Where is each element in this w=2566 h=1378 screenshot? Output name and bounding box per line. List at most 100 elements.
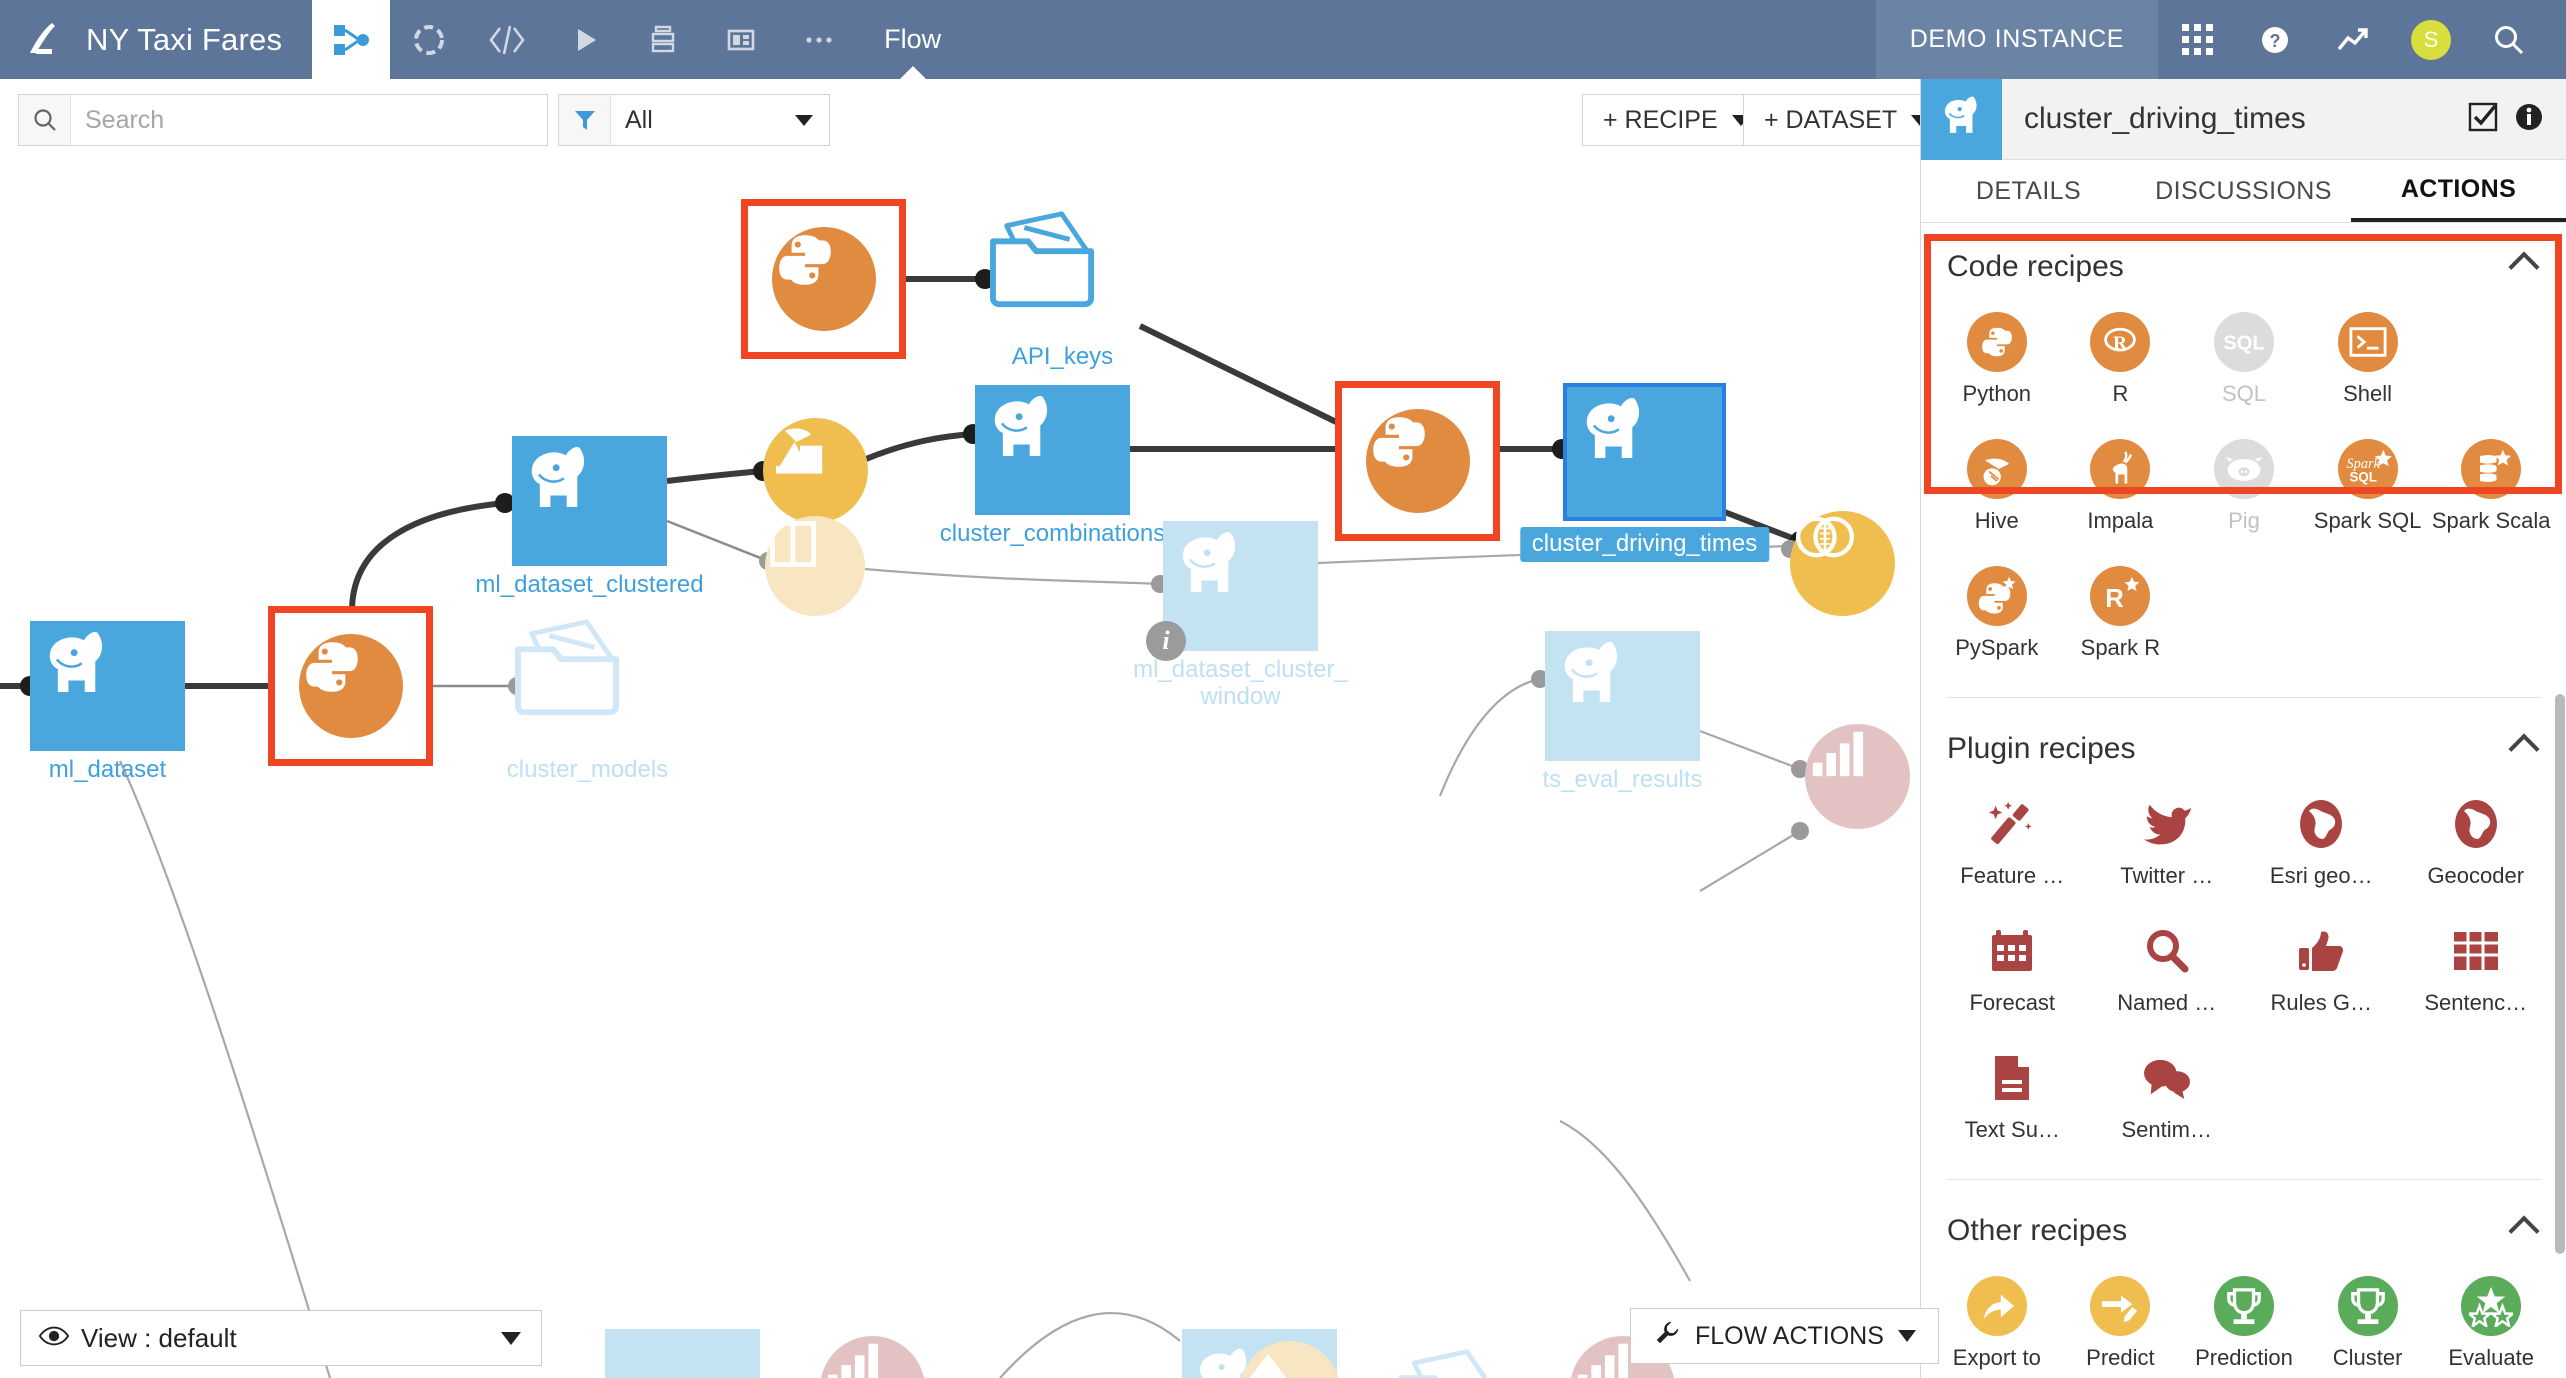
flow-node-ts_eval_results[interactable]: ts_eval_results bbox=[1542, 631, 1703, 793]
chevron-down-icon bbox=[1897, 1330, 1916, 1342]
flow-node-python-recipe-2-highlight[interactable] bbox=[1335, 381, 1500, 541]
table-grid-icon bbox=[2446, 921, 2506, 981]
help-question-icon[interactable]: ? bbox=[2236, 0, 2314, 79]
tab-flow[interactable] bbox=[312, 0, 391, 79]
plugin-feature[interactable]: Feature … bbox=[1935, 780, 2090, 907]
flow-node-API_keys[interactable]: API_keys bbox=[985, 208, 1140, 370]
stack-icon[interactable] bbox=[624, 0, 702, 79]
other-prediction[interactable]: Prediction bbox=[2182, 1262, 2306, 1378]
plugin-esri-geo[interactable]: Esri geo… bbox=[2244, 780, 2399, 907]
other-cluster[interactable]: Cluster bbox=[2306, 1262, 2430, 1378]
node-label: cluster_models bbox=[506, 756, 669, 783]
apps-grid-icon[interactable] bbox=[2158, 0, 2236, 79]
tab-discussions[interactable]: DISCUSSIONS bbox=[2136, 160, 2351, 222]
plugin-label: Sentim… bbox=[2121, 1117, 2212, 1142]
ellipsis-icon[interactable] bbox=[780, 0, 858, 79]
plugin-geocoder[interactable]: Geocoder bbox=[2399, 780, 2554, 907]
chevron-up-icon[interactable] bbox=[2508, 1215, 2540, 1247]
python-icon bbox=[1966, 312, 2027, 372]
other-predict[interactable]: Predict bbox=[2059, 1262, 2183, 1378]
wrench-icon bbox=[1653, 1319, 1681, 1354]
python-icon bbox=[778, 235, 831, 285]
info-circle-icon[interactable]: i bbox=[1146, 621, 1186, 661]
recipe-shell[interactable]: Shell bbox=[2306, 298, 2430, 425]
filter-select[interactable]: All bbox=[558, 94, 830, 146]
recipe-spark-r[interactable]: R Spark R bbox=[2059, 552, 2183, 679]
flow-node-chart-recipe[interactable] bbox=[1805, 724, 1910, 829]
other-label: Predict bbox=[2086, 1345, 2155, 1370]
flow-node-join-recipe[interactable] bbox=[1790, 511, 1895, 616]
magnifier-icon bbox=[2137, 921, 2197, 981]
search-input[interactable] bbox=[71, 105, 547, 135]
flow-node-ml_dataset_cluster_window[interactable]: i ml_dataset_cluster_ window bbox=[1133, 521, 1348, 710]
stars-icon bbox=[2461, 1276, 2522, 1336]
flow-actions-button[interactable]: FLOW ACTIONS bbox=[1630, 1308, 1939, 1364]
plugin-rules-generator[interactable]: Rules G… bbox=[2244, 907, 2399, 1034]
node-label-selected: cluster_driving_times bbox=[1519, 527, 1770, 562]
flow-node-cluster_driving_times[interactable]: cluster_driving_times bbox=[1519, 383, 1770, 562]
flow-node-visual-recipe[interactable] bbox=[763, 418, 868, 523]
recipe-python[interactable]: Python bbox=[1935, 298, 2059, 425]
dataset-icon bbox=[1563, 383, 1726, 521]
play-triangle-icon[interactable] bbox=[546, 0, 624, 79]
active-section-label: Flow bbox=[858, 0, 967, 79]
trend-arrow-icon[interactable] bbox=[2314, 0, 2392, 79]
recipe-label: Python bbox=[1962, 381, 2032, 406]
recipe-spark-sql[interactable]: Spark SQL Spark SQL bbox=[2306, 425, 2430, 552]
user-avatar[interactable]: S bbox=[2392, 0, 2470, 79]
flow-node-cluster_models[interactable]: cluster_models bbox=[507, 616, 668, 783]
recipe-spark-scala[interactable]: Spark Scala bbox=[2429, 425, 2553, 552]
tab-actions[interactable]: ACTIONS bbox=[2351, 160, 2566, 222]
recipe-label: SQL bbox=[2221, 381, 2266, 406]
recipe-r[interactable]: R R bbox=[2059, 298, 2183, 425]
panel-scrollbar[interactable] bbox=[2555, 694, 2565, 1254]
code-brackets-icon[interactable] bbox=[468, 0, 546, 79]
tab-details[interactable]: DETAILS bbox=[1921, 160, 2136, 222]
instance-badge[interactable]: DEMO INSTANCE bbox=[1875, 0, 2158, 79]
plugin-forecast[interactable]: Forecast bbox=[1935, 907, 2090, 1034]
plugin-label: Geocoder bbox=[2427, 863, 2525, 888]
other-export[interactable]: Export to bbox=[1935, 1262, 2059, 1378]
section-label-text: Flow bbox=[884, 24, 942, 54]
impala-icon bbox=[2090, 439, 2151, 499]
recipe-pyspark[interactable]: PySpark bbox=[1935, 552, 2059, 679]
section-header-code-recipes[interactable]: Code recipes bbox=[1921, 224, 2566, 298]
plugin-named-entity[interactable]: Named … bbox=[2090, 907, 2245, 1034]
flow-node-partial-folder[interactable] bbox=[1385, 1346, 1535, 1378]
trophy-icon bbox=[2337, 1276, 2398, 1336]
other-evaluate[interactable]: Evaluate bbox=[2429, 1262, 2553, 1378]
chevron-up-icon[interactable] bbox=[2508, 733, 2540, 765]
search-icon[interactable] bbox=[2470, 0, 2548, 79]
plugin-text-summarization[interactable]: Text Su… bbox=[1935, 1034, 2090, 1161]
panel-layout-icon[interactable] bbox=[702, 0, 780, 79]
flow-node-cluster_combinations[interactable]: cluster_combinations bbox=[940, 385, 1165, 547]
project-home-link[interactable]: NY Taxi Fares bbox=[0, 0, 313, 79]
plugin-sentence[interactable]: Sentenc… bbox=[2399, 907, 2554, 1034]
flow-node-ml_dataset_clustered[interactable]: ml_dataset_clustered bbox=[475, 436, 704, 598]
checkbox-checked-icon[interactable] bbox=[2468, 102, 2498, 137]
top-tool-icons bbox=[390, 0, 858, 79]
pig-icon bbox=[2213, 439, 2274, 499]
section-header-other-recipes[interactable]: Other recipes bbox=[1921, 1188, 2566, 1262]
flow-canvas[interactable]: .e-dark { stroke:#3a3a3a; stroke-width:6… bbox=[0, 191, 1920, 1378]
chevron-up-icon[interactable] bbox=[2508, 251, 2540, 283]
flow-node-partial-dataset-1[interactable] bbox=[605, 1329, 760, 1378]
recipe-hive[interactable]: Hive bbox=[1935, 425, 2059, 552]
plugin-twitter[interactable]: Twitter … bbox=[2090, 780, 2245, 907]
node-label: cluster_combinations bbox=[939, 520, 1166, 547]
plugin-sentiment[interactable]: Sentim… bbox=[2090, 1034, 2245, 1161]
add-recipe-label: + RECIPE bbox=[1603, 105, 1718, 134]
flow-node-ml_dataset[interactable]: ml_dataset bbox=[30, 621, 185, 783]
flow-node-python-recipe-top-highlight[interactable] bbox=[741, 199, 906, 359]
recipe-label: Spark SQL bbox=[2313, 508, 2422, 533]
section-header-plugin-recipes[interactable]: Plugin recipes bbox=[1921, 706, 2566, 780]
flow-node-window-recipe[interactable] bbox=[765, 516, 865, 616]
dashboard-circle-icon[interactable] bbox=[390, 0, 468, 79]
dataset-icon bbox=[975, 385, 1130, 515]
view-selector[interactable]: View : default bbox=[20, 1310, 542, 1366]
search-box[interactable] bbox=[18, 94, 548, 146]
recipe-impala[interactable]: Impala bbox=[2059, 425, 2183, 552]
flow-node-python-recipe-1-highlight[interactable] bbox=[268, 606, 433, 766]
info-circle-icon[interactable] bbox=[2514, 102, 2544, 137]
recipe-label: R bbox=[2112, 381, 2129, 406]
